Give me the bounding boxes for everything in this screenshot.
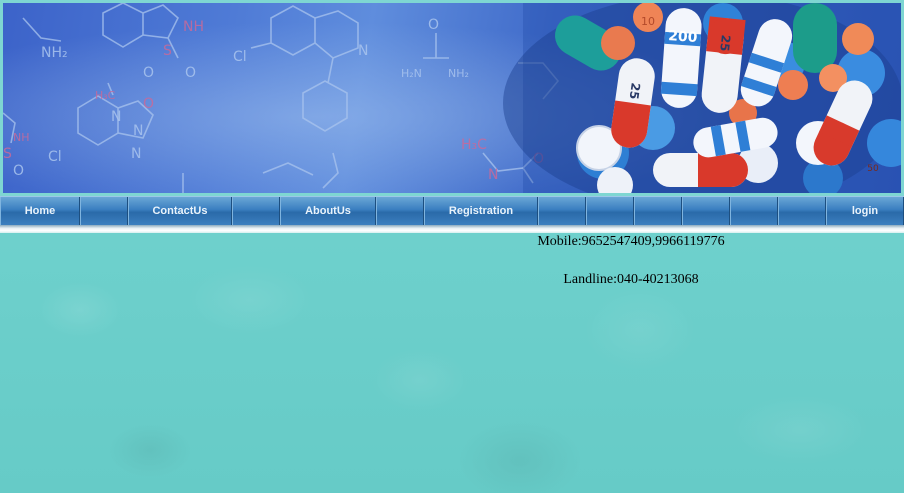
svg-text:Cl: Cl bbox=[233, 49, 247, 65]
svg-text:10: 10 bbox=[641, 15, 655, 28]
svg-text:O: O bbox=[143, 65, 154, 81]
svg-text:200: 200 bbox=[668, 28, 699, 46]
svg-text:N: N bbox=[488, 167, 498, 183]
nav-blank-button[interactable] bbox=[634, 197, 682, 225]
svg-text:N: N bbox=[133, 123, 143, 139]
svg-text:NH₂: NH₂ bbox=[448, 67, 469, 80]
nav-blank-button[interactable] bbox=[232, 197, 280, 225]
svg-text:NH₂: NH₂ bbox=[41, 45, 68, 61]
nav-registration-button[interactable]: Registration bbox=[424, 197, 538, 225]
landline-number: Landline:040-40213068 bbox=[563, 272, 699, 287]
svg-text:O: O bbox=[185, 65, 196, 81]
nav-home-button[interactable]: Home bbox=[0, 197, 80, 225]
nav-aboutus-button[interactable]: AboutUs bbox=[280, 197, 376, 225]
nav-blank-button[interactable] bbox=[586, 197, 634, 225]
svg-text:25: 25 bbox=[717, 34, 733, 52]
nav-login-button[interactable]: login bbox=[826, 197, 904, 225]
svg-text:Cl: Cl bbox=[48, 149, 62, 165]
nav-blank-button[interactable] bbox=[376, 197, 424, 225]
nav-blank-button[interactable] bbox=[778, 197, 826, 225]
main-navigation: Home ContactUs AboutUs Registration logi… bbox=[0, 196, 904, 225]
svg-text:H₃C: H₃C bbox=[461, 137, 487, 153]
banner-image: NH NH₂ S O O Cl N N O H₂N NH₂ H₃C N O Cl… bbox=[3, 3, 901, 193]
navbar-divider bbox=[0, 225, 904, 233]
nav-contactus-button[interactable]: ContactUs bbox=[128, 197, 232, 225]
nav-blank-button[interactable] bbox=[80, 197, 128, 225]
banner-illustration: NH NH₂ S O O Cl N N O H₂N NH₂ H₃C N O Cl… bbox=[3, 3, 901, 193]
svg-text:NH: NH bbox=[183, 19, 204, 35]
svg-text:S: S bbox=[163, 43, 172, 59]
svg-text:H₃C: H₃C bbox=[95, 89, 116, 102]
svg-text:H₂N: H₂N bbox=[401, 67, 422, 80]
svg-text:N: N bbox=[131, 146, 141, 162]
nav-blank-button[interactable] bbox=[730, 197, 778, 225]
svg-text:N: N bbox=[111, 109, 121, 125]
svg-text:O: O bbox=[428, 17, 439, 33]
nav-blank-button[interactable] bbox=[682, 197, 730, 225]
mobile-number: Mobile:9652547409,9966119776 bbox=[537, 234, 725, 249]
svg-text:S: S bbox=[3, 146, 12, 162]
svg-text:25: 25 bbox=[627, 82, 643, 100]
svg-text:NH: NH bbox=[13, 131, 30, 144]
nav-blank-button[interactable] bbox=[538, 197, 586, 225]
pills-illustration: 25 25 200 10 50 bbox=[503, 3, 901, 193]
svg-text:O: O bbox=[143, 96, 154, 112]
svg-text:50: 50 bbox=[867, 164, 879, 174]
svg-text:O: O bbox=[13, 163, 24, 179]
header-banner: NH NH₂ S O O Cl N N O H₂N NH₂ H₃C N O Cl… bbox=[0, 0, 904, 196]
svg-text:N: N bbox=[358, 43, 368, 59]
